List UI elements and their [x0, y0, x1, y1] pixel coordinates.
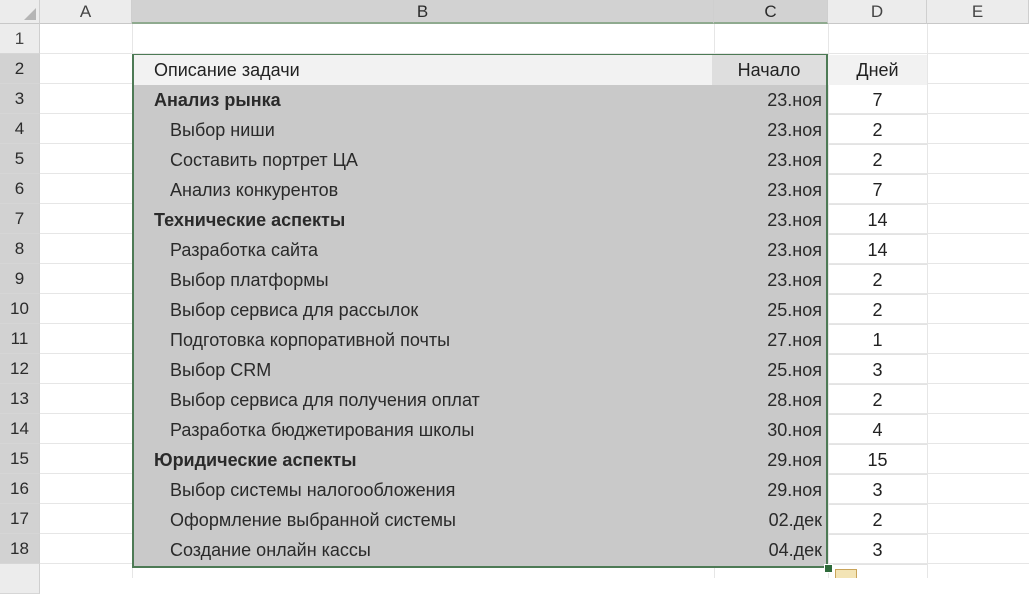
start-date-cell[interactable]: 04.дек — [712, 535, 826, 565]
start-date-cell[interactable]: 23.ноя — [712, 145, 826, 175]
start-date-cell[interactable]: 25.ноя — [712, 295, 826, 325]
row-header[interactable]: 5 — [0, 144, 40, 174]
start-date-cell[interactable]: 29.ноя — [712, 445, 826, 475]
task-cell[interactable]: Выбор ниши — [134, 115, 712, 145]
task-cell[interactable]: Выбор сервиса для рассылок — [134, 295, 712, 325]
row-header[interactable]: 9 — [0, 264, 40, 294]
row-header[interactable]: 14 — [0, 414, 40, 444]
task-group-cell[interactable]: Технические аспекты — [134, 205, 712, 235]
header-start-cell[interactable]: Начало — [712, 55, 826, 85]
start-date-cell[interactable]: 23.ноя — [712, 85, 826, 115]
select-all-triangle-icon — [24, 8, 36, 20]
select-all-corner[interactable] — [0, 0, 40, 24]
header-days-cell[interactable]: Дней — [828, 55, 927, 85]
task-cell[interactable]: Разработка бюджетирования школы — [134, 415, 712, 445]
spreadsheet: A B C D E 1 2 3 4 5 6 7 8 9 10 11 12 13 14 15 16 17 18 Оп… — [0, 0, 1029, 594]
start-date-cell[interactable]: 28.ноя — [712, 385, 826, 415]
days-cell[interactable]: 14 — [828, 205, 927, 235]
days-cell[interactable]: 3 — [828, 535, 927, 565]
task-cell[interactable]: Оформление выбранной системы — [134, 505, 712, 535]
row-header[interactable]: 12 — [0, 354, 40, 384]
start-date-cell[interactable]: 30.ноя — [712, 415, 826, 445]
days-cell[interactable]: 1 — [828, 325, 927, 355]
quick-analysis-icon[interactable] — [835, 569, 857, 578]
row-header[interactable]: 3 — [0, 84, 40, 114]
task-cell[interactable]: Выбор платформы — [134, 265, 712, 295]
start-date-cell[interactable]: 23.ноя — [712, 265, 826, 295]
days-cell[interactable]: 2 — [828, 115, 927, 145]
days-cell[interactable]: 2 — [828, 265, 927, 295]
start-date-cell[interactable]: 23.ноя — [712, 175, 826, 205]
start-date-cell[interactable]: 27.ноя — [712, 325, 826, 355]
start-date-cell[interactable]: 23.ноя — [712, 205, 826, 235]
task-group-cell[interactable]: Анализ рынка — [134, 85, 712, 115]
days-cell[interactable]: 3 — [828, 355, 927, 385]
task-cell[interactable]: Выбор сервиса для получения оплат — [134, 385, 712, 415]
fill-handle[interactable] — [824, 564, 833, 573]
days-cell[interactable]: 2 — [828, 505, 927, 535]
column-header-b[interactable]: B — [132, 0, 714, 24]
start-date-cell[interactable]: 23.ноя — [712, 235, 826, 265]
days-cell[interactable]: 7 — [828, 175, 927, 205]
days-cell[interactable]: 14 — [828, 235, 927, 265]
row-header[interactable]: 8 — [0, 234, 40, 264]
header-task-cell[interactable]: Описание задачи — [134, 55, 712, 85]
days-cell[interactable]: 2 — [828, 145, 927, 175]
gridline — [927, 24, 928, 578]
row-header[interactable]: 4 — [0, 114, 40, 144]
task-cell[interactable]: Выбор CRM — [134, 355, 712, 385]
start-date-cell[interactable]: 25.ноя — [712, 355, 826, 385]
row-header[interactable]: 17 — [0, 504, 40, 534]
column-header-a[interactable]: A — [40, 0, 132, 24]
days-cell[interactable]: 2 — [828, 385, 927, 415]
task-cell[interactable]: Составить портрет ЦА — [134, 145, 712, 175]
row-header[interactable]: 1 — [0, 24, 40, 54]
row-header[interactable]: 7 — [0, 204, 40, 234]
column-header-c[interactable]: C — [714, 0, 828, 24]
row-header[interactable] — [0, 564, 40, 594]
start-date-cell[interactable]: 02.дек — [712, 505, 826, 535]
start-date-cell[interactable]: 23.ноя — [712, 115, 826, 145]
task-cell[interactable]: Создание онлайн кассы — [134, 535, 712, 565]
column-header-e[interactable]: E — [927, 0, 1029, 24]
days-cell[interactable]: 4 — [828, 415, 927, 445]
row-header[interactable]: 15 — [0, 444, 40, 474]
row-header[interactable]: 6 — [0, 174, 40, 204]
task-cell[interactable]: Анализ конкурентов — [134, 175, 712, 205]
days-cell[interactable]: 3 — [828, 475, 927, 505]
row-header[interactable]: 2 — [0, 54, 40, 84]
task-group-cell[interactable]: Юридические аспекты — [134, 445, 712, 475]
days-cell[interactable]: 7 — [828, 85, 927, 115]
days-cell[interactable]: 15 — [828, 445, 927, 475]
row-header[interactable]: 13 — [0, 384, 40, 414]
task-cell[interactable]: Разработка сайта — [134, 235, 712, 265]
task-cell[interactable]: Подготовка корпоративной почты — [134, 325, 712, 355]
column-header-d[interactable]: D — [828, 0, 927, 24]
row-header[interactable]: 16 — [0, 474, 40, 504]
row-header[interactable]: 11 — [0, 324, 40, 354]
start-date-cell[interactable]: 29.ноя — [712, 475, 826, 505]
row-header[interactable]: 18 — [0, 534, 40, 564]
task-cell[interactable]: Выбор системы налогообложения — [134, 475, 712, 505]
days-cell[interactable]: 2 — [828, 295, 927, 325]
row-header[interactable]: 10 — [0, 294, 40, 324]
